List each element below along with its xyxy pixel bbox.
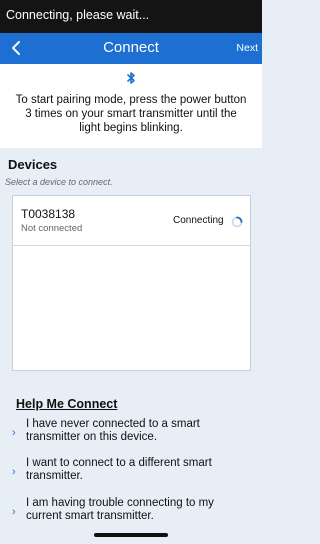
instructions-text: To start pairing mode, press the power b… [15,94,247,134]
connection-state: Connecting [173,215,224,226]
device-status: Not connected [21,223,83,234]
help-item-trouble-connecting[interactable]: › I am having trouble connecting to my c… [12,497,252,527]
help-item-label: I want to connect to a different smart t… [26,457,212,482]
nav-bar: Connect Next [0,33,262,64]
help-item-label: I am having trouble connecting to my cur… [26,497,214,522]
loading-spinner-icon [231,215,243,228]
chevron-right-icon: › [12,506,16,518]
status-bar-text: Connecting, please wait... [6,8,150,22]
next-button[interactable]: Next [236,42,258,54]
page-title: Connect [103,39,159,56]
devices-heading: Devices [8,157,58,172]
pairing-instructions: To start pairing mode, press the power b… [0,64,262,148]
status-bar: Connecting, please wait... [0,0,262,33]
bluetooth-icon [124,71,138,85]
devices-hint: Select a device to connect. [5,177,113,187]
help-heading: Help Me Connect [16,397,118,411]
chevron-right-icon: › [12,466,16,478]
home-indicator[interactable] [94,533,168,537]
device-list: T0038138 Not connected Connecting [12,195,251,371]
help-item-different-transmitter[interactable]: › I want to connect to a different smart… [12,457,252,487]
device-name: T0038138 [21,207,76,221]
chevron-right-icon: › [12,427,16,439]
help-item-never-connected[interactable]: › I have never connected to a smart tran… [12,418,252,448]
help-item-label: I have never connected to a smart transm… [26,418,200,443]
device-item[interactable]: T0038138 Not connected Connecting [13,196,250,246]
